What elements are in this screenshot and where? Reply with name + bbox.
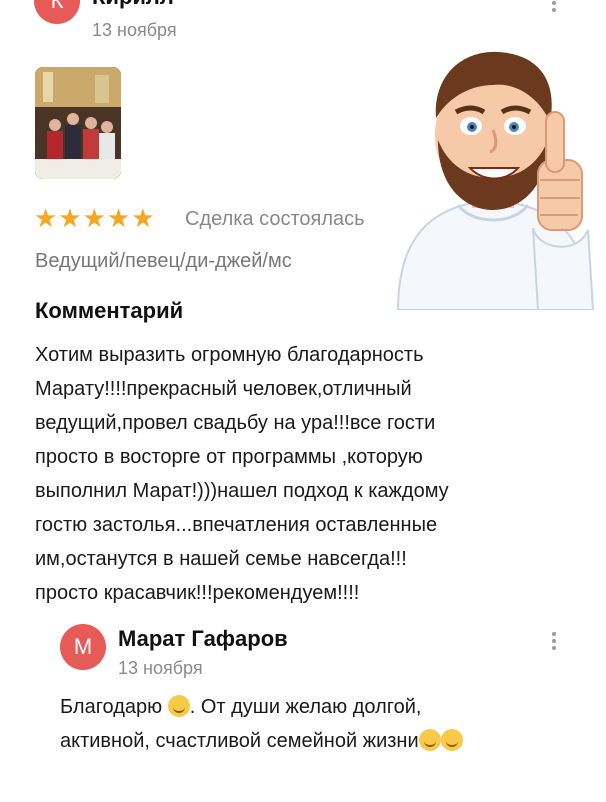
reply-text: Благодарю . От души желаю долгой, активн… <box>60 690 590 758</box>
reply-text-part: активной, счастливой семейной жизни <box>60 730 419 752</box>
avatar-initial: М <box>73 634 93 659</box>
review-author-avatar[interactable]: К <box>34 0 80 24</box>
deal-status: Сделка состоялась <box>185 208 365 230</box>
smile-emoji-icon <box>167 695 190 717</box>
comment-line: Хотим выразить огромную благодарность <box>35 344 424 366</box>
comment-heading: Комментарий <box>35 298 184 323</box>
smile-emoji-icon <box>440 729 463 751</box>
review-date: 13 ноября <box>92 20 177 40</box>
smile-emoji-icon <box>418 729 441 751</box>
reply-text-part: Благодарю <box>60 696 163 718</box>
review-photo[interactable] <box>35 67 121 179</box>
comment-line: гостю застолья...впечатления оставленные <box>35 514 438 536</box>
comment-line: просто красавчик!!!рекомендуем!!!! <box>35 582 360 604</box>
comment-line: Марату!!!!прекрасный человек,отличный <box>35 378 412 400</box>
reply-text-part: . От души желаю долгой, <box>189 696 422 718</box>
more-vert-icon[interactable] <box>552 0 556 12</box>
reply-date: 13 ноября <box>118 658 203 678</box>
comment-line: ведущий,провел свадьбу на ура!!!все гост… <box>35 412 436 434</box>
cartoon-thumbs-up-sticker <box>388 40 598 311</box>
rating-stars: ★★★★★ <box>34 203 156 233</box>
thumbs-up-icon <box>396 51 595 311</box>
review-author-name[interactable]: Кирилл <box>92 0 174 10</box>
reply-author-avatar[interactable]: М <box>60 624 106 670</box>
comment-text: Хотим выразить огромную благодарность Ма… <box>35 338 575 610</box>
service-category: Ведущий/певец/ди-джей/мс <box>35 250 292 272</box>
reply-author-name[interactable]: Марат Гафаров <box>118 626 288 652</box>
more-vert-icon[interactable] <box>552 632 556 650</box>
comment-line: выполнил Марат!)))нашел подход к каждому <box>35 480 449 502</box>
comment-line: просто в восторге от программы ,которую <box>35 446 423 468</box>
review-photo-image <box>35 67 121 179</box>
comment-line: им,останутся в нашей семье навсегда!!! <box>35 548 407 570</box>
avatar-initial: К <box>50 0 64 13</box>
